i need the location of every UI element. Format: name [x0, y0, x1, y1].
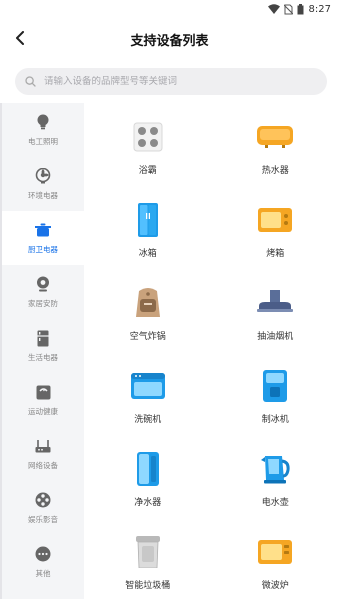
- device-label: 抽油烟机: [257, 332, 294, 342]
- air-fryer-icon: [130, 285, 166, 321]
- router-icon: [34, 437, 52, 455]
- device-item-ice-maker[interactable]: 制冰机: [212, 368, 339, 451]
- chevron-left-icon: [16, 31, 24, 45]
- sidebar-item-lighting[interactable]: 电工照明: [2, 103, 84, 157]
- sidebar-item-environment[interactable]: 环境电器: [2, 157, 84, 211]
- device-item-electric-kettle[interactable]: 电水壶: [212, 451, 339, 534]
- ice-maker-icon: [257, 368, 293, 404]
- battery-icon: [297, 3, 304, 15]
- film-reel-icon: [34, 491, 52, 509]
- search-icon: [25, 72, 36, 91]
- device-item-smart-trash-can[interactable]: 智能垃圾桶: [84, 534, 212, 599]
- sidebar-item-label: 生活电器: [28, 353, 58, 362]
- smart-trash-can-icon: [130, 534, 166, 570]
- scale-icon: [34, 383, 52, 401]
- camera-icon: [34, 275, 52, 293]
- device-item-range-hood[interactable]: 抽油烟机: [212, 285, 339, 368]
- device-label: 浴霸: [138, 166, 157, 176]
- back-button[interactable]: [10, 28, 30, 48]
- device-item-oven[interactable]: 烤箱: [212, 202, 339, 285]
- device-label: 空气炸锅: [129, 332, 166, 342]
- wifi-icon: [267, 4, 280, 14]
- oven-icon: [257, 202, 293, 238]
- search-bar[interactable]: [15, 68, 327, 95]
- more-icon: [34, 545, 52, 563]
- status-time: 8:27: [308, 3, 331, 15]
- device-label: 电水壶: [261, 498, 289, 508]
- pot-icon: [34, 221, 52, 239]
- status-bar: 8:27: [0, 0, 339, 18]
- refrigerator-icon: [130, 202, 166, 238]
- sidebar-item-other[interactable]: 其他: [2, 535, 84, 589]
- sim-off-icon: [283, 4, 293, 15]
- device-item-water-heater[interactable]: 热水器: [212, 119, 339, 202]
- device-label: 微波炉: [261, 581, 289, 591]
- sidebar-item-label: 其他: [35, 569, 51, 578]
- sidebar-item-label: 厨卫电器: [28, 245, 58, 254]
- sidebar-item-label: 家居安防: [28, 299, 58, 308]
- device-item-microwave[interactable]: 微波炉: [212, 534, 339, 599]
- range-hood-icon: [257, 285, 294, 321]
- sidebar-item-security[interactable]: 家居安防: [2, 265, 84, 319]
- bath-heater-icon: [130, 119, 166, 155]
- sidebar-item-entertainment[interactable]: 娱乐影音: [2, 481, 84, 535]
- electric-kettle-icon: [257, 451, 293, 487]
- nav-bar: 支持设备列表: [0, 18, 339, 60]
- sidebar-item-network[interactable]: 网络设备: [2, 427, 84, 481]
- sidebar-item-label: 网络设备: [28, 461, 58, 470]
- sidebar-item-appliances[interactable]: 生活电器: [2, 319, 84, 373]
- device-item-water-purifier[interactable]: 净水器: [84, 451, 212, 534]
- fan-icon: [34, 167, 52, 185]
- content-area: 电工照明 环境电器 厨卫电器 家居安防 生活电器 运动健康 网络设备 娱乐影音 …: [0, 103, 339, 599]
- device-label: 烤箱: [266, 249, 285, 259]
- device-item-refrigerator[interactable]: 冰箱: [84, 202, 212, 285]
- water-heater-icon: [257, 119, 294, 155]
- sidebar-item-label: 娱乐影音: [28, 515, 58, 524]
- search-input[interactable]: [44, 76, 304, 87]
- sidebar-item-health[interactable]: 运动健康: [2, 373, 84, 427]
- device-label: 热水器: [261, 166, 289, 176]
- device-label: 智能垃圾桶: [125, 581, 171, 591]
- sidebar-item-kitchen-bath[interactable]: 厨卫电器: [2, 211, 84, 265]
- sidebar-item-label: 环境电器: [28, 191, 58, 200]
- device-item-dishwasher[interactable]: 洗碗机: [84, 368, 212, 451]
- dishwasher-icon: [130, 368, 166, 404]
- device-label: 洗碗机: [134, 415, 162, 425]
- device-item-bath-heater[interactable]: 浴霸: [84, 119, 212, 202]
- sidebar-item-label: 电工照明: [28, 137, 58, 146]
- device-label: 净水器: [134, 498, 162, 508]
- sidebar-item-label: 运动健康: [28, 407, 58, 416]
- page-title: 支持设备列表: [130, 33, 209, 49]
- water-purifier-icon: [130, 451, 166, 487]
- category-sidebar: 电工照明 环境电器 厨卫电器 家居安防 生活电器 运动健康 网络设备 娱乐影音 …: [0, 103, 84, 599]
- device-label: 冰箱: [138, 249, 157, 259]
- device-item-air-fryer[interactable]: 空气炸锅: [84, 285, 212, 368]
- device-grid: 浴霸 热水器 冰箱 烤箱 空气炸锅 抽油烟机 洗碗机 制冰机 净水器 电水壶 智…: [84, 103, 339, 599]
- fridge-icon: [34, 329, 52, 347]
- microwave-icon: [257, 534, 293, 570]
- lightbulb-icon: [34, 113, 52, 131]
- device-label: 制冰机: [261, 415, 289, 425]
